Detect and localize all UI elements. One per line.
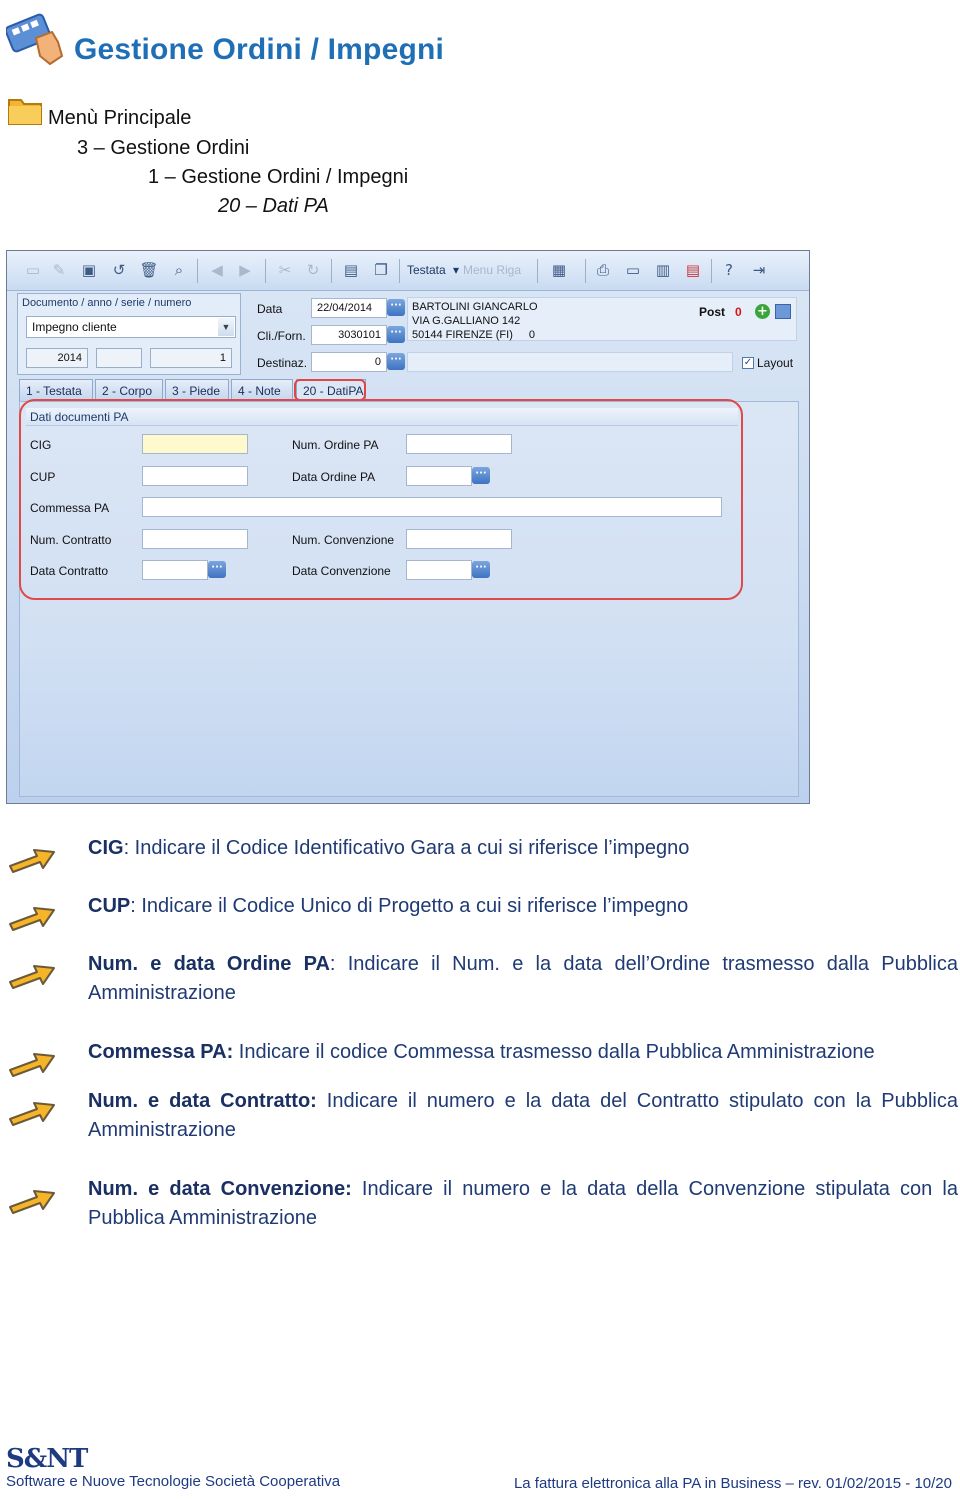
- desc-contratto: Num. e data Contratto: Indicare il numer…: [88, 1090, 959, 1141]
- layout-checkbox[interactable]: ✓: [742, 357, 754, 369]
- highlight-frame: [19, 399, 743, 600]
- year-field[interactable]: 2014: [26, 348, 88, 368]
- save-icon[interactable]: ▣: [79, 260, 99, 280]
- cut-icon[interactable]: ✂: [275, 260, 295, 280]
- post-count: 0: [735, 305, 742, 319]
- clipboard-icon[interactable]: ❐: [371, 260, 391, 280]
- next-icon[interactable]: ▶: [235, 260, 255, 280]
- add-post-icon[interactable]: +: [755, 304, 770, 319]
- post-label: Post: [699, 305, 726, 319]
- page-icon[interactable]: ▤: [341, 260, 361, 280]
- destinaz-lookup-button[interactable]: ···: [387, 353, 405, 370]
- menu-path-level-1: Menù Principale: [48, 107, 192, 129]
- excel-icon[interactable]: ▥: [653, 260, 673, 280]
- menu-path-level-3: 1 – Gestione Ordini / Impegni: [148, 166, 409, 188]
- layout-label: Layout: [757, 356, 794, 370]
- delete-icon[interactable]: 🗑: [139, 260, 159, 280]
- edit-icon[interactable]: ✎: [49, 260, 69, 280]
- active-tab-highlight: [294, 379, 366, 401]
- snt-logo: S&NT: [6, 1444, 88, 1474]
- cliforn-field[interactable]: 3030101: [311, 325, 387, 345]
- tab-corpo[interactable]: 2 - Corpo: [95, 379, 163, 401]
- doc-type-select[interactable]: Impegno cliente ▼: [26, 316, 236, 338]
- monitor-icon[interactable]: ▭: [623, 260, 643, 280]
- arrow-pointer-icon: [9, 1053, 55, 1077]
- data-field[interactable]: 22/04/2014: [311, 298, 387, 318]
- undo-icon[interactable]: ↺: [109, 260, 129, 280]
- testata-menu-caret[interactable]: ▾: [453, 263, 459, 277]
- footer-company: Software e Nuove Tecnologie Società Coop…: [6, 1473, 341, 1490]
- chevron-down-icon[interactable]: ▼: [218, 318, 234, 336]
- customer-extra: 0: [528, 329, 535, 341]
- data-label: Data: [257, 302, 283, 316]
- page-title: Gestione Ordini / Impegni: [74, 33, 445, 66]
- book-icon[interactable]: [775, 304, 791, 319]
- desc-convenzione: Num. e data Convenzione: Indicare il num…: [88, 1178, 958, 1229]
- arrow-pointer-icon: [9, 1102, 55, 1126]
- destinaz-description: [407, 352, 733, 372]
- cliforn-lookup-button[interactable]: ···: [387, 326, 405, 343]
- desc-commessa: Commessa PA: Indicare il codice Commessa…: [88, 1041, 875, 1063]
- print-icon[interactable]: ⎙: [593, 260, 613, 280]
- arrow-pointer-icon: [9, 849, 55, 873]
- customer-city: 50144 FIRENZE (FI) 0: [412, 329, 535, 341]
- prev-icon[interactable]: ◀: [207, 260, 227, 280]
- menu-path-level-4: 20 – Dati PA: [218, 195, 329, 217]
- series-field[interactable]: [96, 348, 142, 368]
- desc-ordine-pa: Num. e data Ordine PA: Indicare il Num. …: [88, 953, 958, 1004]
- arrow-pointer-icon: [9, 1190, 55, 1214]
- new-icon[interactable]: ▭: [23, 260, 43, 280]
- number-field[interactable]: 1: [150, 348, 232, 368]
- grid-icon[interactable]: ▦: [549, 260, 569, 280]
- footer-doc-info: La fattura elettronica alla PA in Busine…: [513, 1475, 952, 1492]
- desc-cig: CIG: Indicare il Codice Identificativo G…: [88, 837, 690, 859]
- arrow-pointer-icon: [9, 965, 55, 989]
- destinaz-label: Destinaz.: [257, 356, 308, 370]
- destinaz-field[interactable]: 0: [311, 352, 387, 372]
- arrow-pointer-icon: [9, 907, 55, 931]
- folder-icon: [8, 99, 42, 125]
- help-icon[interactable]: ?: [719, 260, 739, 280]
- testata-menu[interactable]: Testata: [407, 263, 446, 277]
- exit-icon[interactable]: ⇥: [749, 260, 769, 280]
- toolbar: ▭ ✎ ▣ ↺ 🗑 ⌕ ◀ ▶ ✂ ↻ ▤ ❐ Testata ▾ Menu R…: [7, 251, 809, 291]
- menu-path-level-2: 3 – Gestione Ordini: [77, 137, 250, 159]
- keyboard-hand-icon: [6, 13, 64, 66]
- tab-testata[interactable]: 1 - Testata: [19, 379, 93, 401]
- tab-piede[interactable]: 3 - Piede: [165, 379, 229, 401]
- app-window: ▭ ✎ ▣ ↺ 🗑 ⌕ ◀ ▶ ✂ ↻ ▤ ❐ Testata ▾ Menu R…: [6, 250, 810, 804]
- redo-icon[interactable]: ↻: [303, 260, 323, 280]
- binoculars-icon[interactable]: ⌕: [169, 260, 189, 280]
- pdf-icon[interactable]: ▤: [683, 260, 703, 280]
- customer-info: BARTOLINI GIANCARLO VIA G.GALLIANO 142 5…: [407, 297, 797, 341]
- date-picker-button[interactable]: ···: [387, 299, 405, 316]
- cliforn-label: Cli./Forn.: [257, 329, 306, 343]
- tab-note[interactable]: 4 - Note: [231, 379, 293, 401]
- desc-cup: CUP: Indicare il Codice Unico di Progett…: [88, 895, 689, 917]
- document-group-label: Documento / anno / serie / numero: [22, 297, 192, 309]
- document-group: Documento / anno / serie / numero Impegn…: [17, 293, 241, 375]
- menu-riga-menu[interactable]: Menu Riga: [463, 263, 521, 277]
